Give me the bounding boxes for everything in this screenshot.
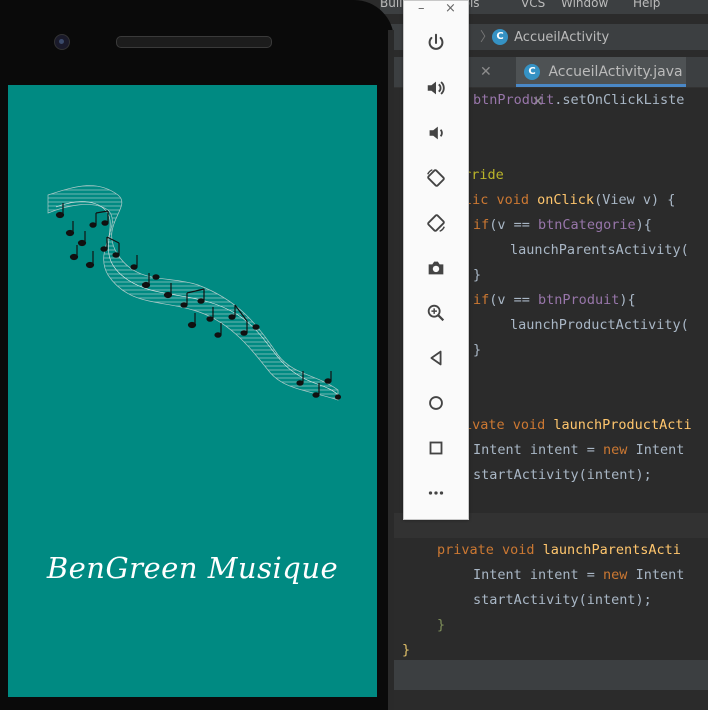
tab-accueil-activity[interactable]: C AccueilActivity.java ✕: [516, 57, 686, 110]
breadcrumb-class-label: AccueilActivity: [514, 29, 610, 45]
code-line: lic void onClick(View v) {: [464, 192, 676, 208]
code-line: if(v == btnCategorie){: [473, 217, 652, 233]
code-line: }: [473, 342, 482, 358]
code-line: ivate void launchProductActi: [464, 417, 692, 433]
zoom-icon[interactable]: [421, 298, 451, 328]
home-icon[interactable]: [421, 388, 451, 418]
front-camera-icon: [54, 34, 70, 50]
code-line: btnProduit.setOnClickListe: [473, 92, 685, 108]
code-line: launchParentsActivity(: [510, 242, 689, 258]
close-icon[interactable]: ×: [445, 1, 456, 17]
tab-label: AccueilActivity.java: [548, 64, 683, 80]
music-notes-ribbon-icon: [47, 185, 342, 401]
volume-down-icon[interactable]: [421, 118, 451, 148]
emulator-phone: BenGreen Musique: [0, 0, 394, 710]
app-title: BenGreen Musique: [46, 551, 339, 585]
back-icon[interactable]: [421, 343, 451, 373]
rotate-left-icon[interactable]: [421, 163, 451, 193]
status-strip-lower: [380, 690, 708, 710]
code-line: Intent intent = new Intent: [473, 442, 685, 458]
close-icon[interactable]: ✕: [480, 57, 492, 87]
status-strip: [380, 660, 708, 690]
code-line: private void launchParentsActi: [437, 542, 681, 558]
code-line: }: [437, 617, 446, 633]
menu-vcs[interactable]: VCS: [521, 0, 545, 9]
screenshot-icon[interactable]: [421, 253, 451, 283]
rotate-right-icon[interactable]: [421, 208, 451, 238]
class-icon: C: [492, 29, 508, 45]
phone-edge: [388, 30, 394, 710]
earpiece-speaker: [116, 36, 272, 48]
power-icon[interactable]: [421, 28, 451, 58]
code-line: }: [473, 267, 482, 283]
class-icon: C: [524, 64, 540, 80]
code-line: launchProductActivity(: [510, 317, 689, 333]
app-screen[interactable]: BenGreen Musique: [8, 85, 377, 697]
emulator-toolbar: – ×: [403, 0, 469, 520]
overview-icon[interactable]: [421, 433, 451, 463]
volume-up-icon[interactable]: [421, 73, 451, 103]
more-icon[interactable]: [421, 478, 451, 508]
breadcrumb-class-item[interactable]: C AccueilActivity: [492, 29, 609, 45]
toolbar-header: – ×: [404, 1, 468, 19]
code-line: Intent intent = new Intent: [473, 567, 685, 583]
menu-window[interactable]: Window: [561, 0, 608, 9]
menu-help[interactable]: Help: [633, 0, 660, 9]
code-line: startActivity(intent);: [473, 467, 652, 483]
code-line: startActivity(intent);: [473, 592, 652, 608]
code-line: if(v == btnProduit){: [473, 292, 636, 308]
minimize-icon[interactable]: –: [418, 1, 425, 17]
